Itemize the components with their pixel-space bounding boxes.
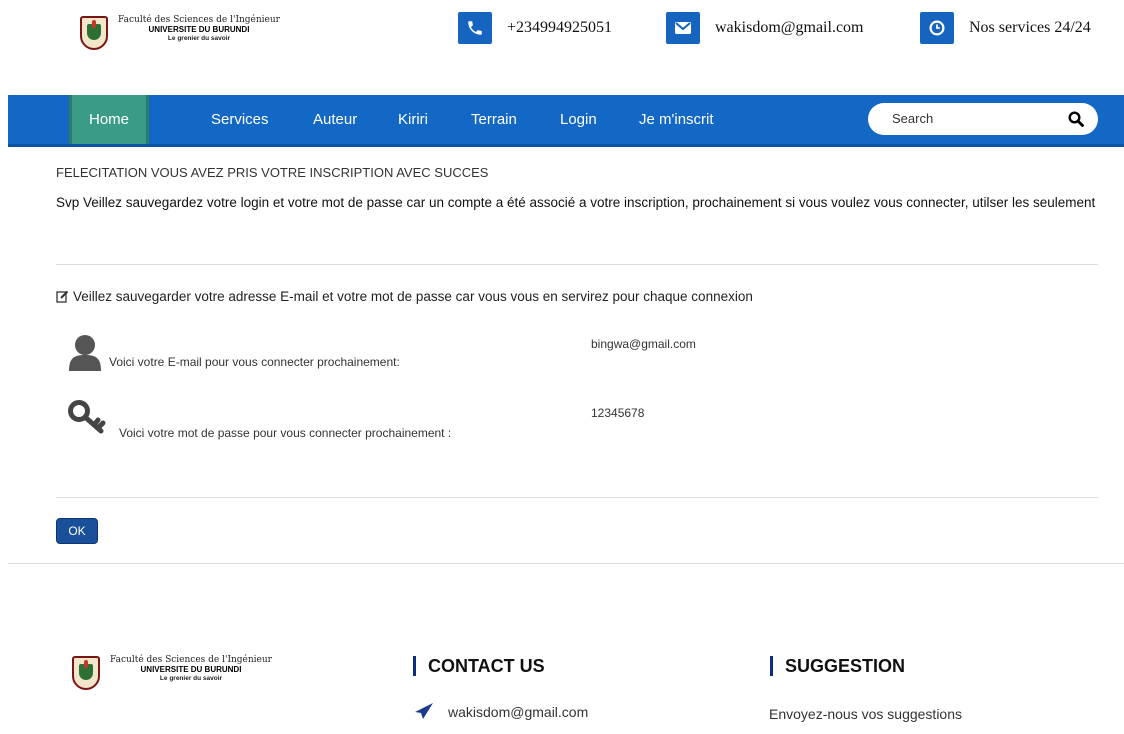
footer-logo[interactable]: Faculté des Sciences de l'Ingénieur UNIV… bbox=[72, 655, 272, 690]
crest-icon bbox=[80, 16, 108, 50]
logo-university-text: UNIVERSITE DU BURUNDI bbox=[148, 24, 250, 34]
header-email: wakisdom@gmail.com bbox=[666, 12, 864, 44]
search-input[interactable]: Search bbox=[868, 103, 1098, 135]
clock-icon bbox=[920, 12, 954, 44]
nav-auteur[interactable]: Auteur bbox=[313, 95, 357, 144]
email-value: bingwa@gmail.com bbox=[591, 337, 696, 351]
save-note-text: Veillez sauvegarder votre adresse E-mail… bbox=[73, 289, 753, 304]
success-title: FELECITATION VOUS AVEZ PRIS VOTRE INSCRI… bbox=[56, 165, 489, 180]
logo-motto-text: Le grenier du savoir bbox=[159, 674, 223, 682]
search-icon[interactable] bbox=[1068, 111, 1084, 132]
main-navbar: Home Services Auteur Kiriri Terrain Logi… bbox=[8, 95, 1124, 147]
password-value: 12345678 bbox=[591, 406, 645, 420]
logo-university-text: UNIVERSITE DU BURUNDI bbox=[140, 664, 242, 674]
logo-motto-text: Le grenier du savoir bbox=[167, 34, 231, 42]
nav-services[interactable]: Services bbox=[211, 95, 269, 144]
ok-button[interactable]: OK bbox=[56, 518, 98, 544]
search-placeholder: Search bbox=[892, 111, 934, 126]
suggestion-text: Envoyez-nous vos suggestions bbox=[769, 706, 962, 722]
email-label: Voici votre E-mail pour vous connecter p… bbox=[109, 355, 400, 369]
save-note: Veillez sauvegarder votre adresse E-mail… bbox=[56, 289, 1106, 306]
nav-inscrit[interactable]: Je m'inscrit bbox=[639, 95, 714, 144]
email-address: wakisdom@gmail.com bbox=[715, 19, 864, 36]
nav-kiriri[interactable]: Kiriri bbox=[398, 95, 428, 144]
success-message: Svp Veillez sauvegardez votre login et v… bbox=[56, 195, 1096, 210]
edit-icon bbox=[56, 290, 69, 306]
password-label: Voici votre mot de passe pour vous conne… bbox=[119, 426, 452, 440]
nav-login[interactable]: Login bbox=[560, 95, 597, 144]
university-logo[interactable]: Faculté des Sciences de l'Ingénieur UNIV… bbox=[80, 15, 280, 50]
phone-icon bbox=[458, 12, 492, 44]
suggestion-heading: SUGGESTION bbox=[770, 656, 905, 676]
envelope-icon bbox=[666, 12, 700, 44]
header-phone: +234994925051 bbox=[458, 12, 612, 44]
services-text: Nos services 24/24 bbox=[969, 19, 1091, 36]
crest-icon bbox=[72, 656, 100, 690]
divider bbox=[8, 563, 1124, 564]
divider bbox=[56, 497, 1098, 498]
footer-email[interactable]: wakisdom@gmail.com bbox=[448, 704, 588, 720]
nav-home[interactable]: Home bbox=[69, 95, 149, 144]
phone-number: +234994925051 bbox=[507, 19, 613, 36]
nav-terrain[interactable]: Terrain bbox=[471, 95, 517, 144]
header-services: Nos services 24/24 bbox=[920, 12, 1091, 44]
user-icon bbox=[68, 334, 102, 377]
header-bar: Faculté des Sciences de l'Ingénieur UNIV… bbox=[0, 0, 1124, 92]
contact-heading: CONTACT US bbox=[413, 656, 545, 676]
key-icon bbox=[68, 400, 108, 441]
send-icon bbox=[414, 702, 434, 725]
divider bbox=[56, 264, 1098, 265]
